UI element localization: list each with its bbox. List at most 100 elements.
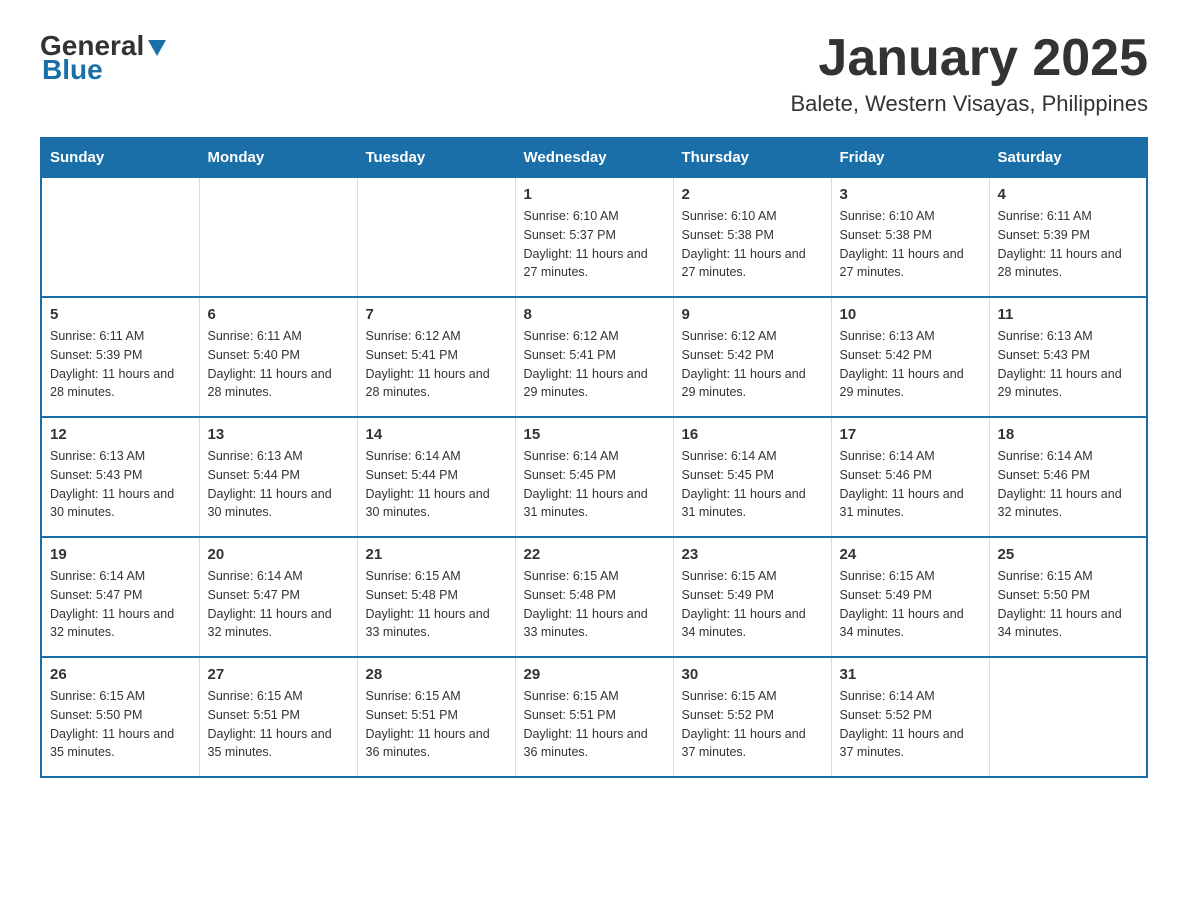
sun-info: Sunrise: 6:15 AMSunset: 5:51 PMDaylight:… — [524, 687, 665, 762]
calendar-cell: 18 Sunrise: 6:14 AMSunset: 5:46 PMDayligh… — [989, 417, 1147, 537]
calendar-cell: 5Sunrise: 6:11 AMSunset: 5:39 PMDaylight… — [41, 297, 199, 417]
sun-info: Sunrise: 6:14 AMSunset: 5:45 PMDaylight:… — [524, 447, 665, 522]
sun-info: Sunrise: 6:11 AMSunset: 5:39 PMDaylight:… — [998, 207, 1139, 282]
logo-triangle-icon — [146, 36, 168, 58]
day-number: 18 — [998, 426, 1139, 443]
calendar-cell: 15 Sunrise: 6:14 AMSunset: 5:45 PMDayligh… — [515, 417, 673, 537]
logo-blue: Blue — [42, 54, 103, 86]
calendar-week-row: 12 Sunrise: 6:13 AMSunset: 5:43 PMDayligh… — [41, 417, 1147, 537]
calendar-cell — [357, 177, 515, 297]
page-header: General Blue January 2025 Balete, Wester… — [40, 30, 1148, 117]
day-number: 16 — [682, 426, 823, 443]
calendar-cell: 20 Sunrise: 6:14 AMSunset: 5:47 PMDayligh… — [199, 537, 357, 657]
calendar-cell: 8 Sunrise: 6:12 AMSunset: 5:41 PMDaylight… — [515, 297, 673, 417]
day-number: 17 — [840, 426, 981, 443]
day-number: 26 — [50, 666, 191, 683]
sun-info: Sunrise: 6:15 AMSunset: 5:51 PMDaylight:… — [208, 687, 349, 762]
sun-info: Sunrise: 6:13 AMSunset: 5:42 PMDaylight:… — [840, 327, 981, 402]
day-number: 19 — [50, 546, 191, 563]
day-number: 21 — [366, 546, 507, 563]
day-number: 31 — [840, 666, 981, 683]
day-number: 28 — [366, 666, 507, 683]
calendar-cell: 23Sunrise: 6:15 AMSunset: 5:49 PMDayligh… — [673, 537, 831, 657]
calendar-cell: 27Sunrise: 6:15 AMSunset: 5:51 PMDayligh… — [199, 657, 357, 777]
calendar-cell: 26 Sunrise: 6:15 AMSunset: 5:50 PMDayligh… — [41, 657, 199, 777]
day-number: 3 — [840, 186, 981, 203]
calendar-cell: 13Sunrise: 6:13 AMSunset: 5:44 PMDayligh… — [199, 417, 357, 537]
calendar-cell: 25 Sunrise: 6:15 AMSunset: 5:50 PMDayligh… — [989, 537, 1147, 657]
header-monday: Monday — [199, 138, 357, 177]
day-number: 13 — [208, 426, 349, 443]
calendar-table: Sunday Monday Tuesday Wednesday Thursday… — [40, 137, 1148, 778]
calendar-week-row: 1 Sunrise: 6:10 AMSunset: 5:37 PMDaylight… — [41, 177, 1147, 297]
sun-info: Sunrise: 6:14 AMSunset: 5:52 PMDaylight:… — [840, 687, 981, 762]
logo: General Blue — [40, 30, 168, 86]
calendar-week-row: 19 Sunrise: 6:14 AMSunset: 5:47 PMDayligh… — [41, 537, 1147, 657]
calendar-cell — [41, 177, 199, 297]
calendar-cell: 4Sunrise: 6:11 AMSunset: 5:39 PMDaylight… — [989, 177, 1147, 297]
day-number: 10 — [840, 306, 981, 323]
header-thursday: Thursday — [673, 138, 831, 177]
day-number: 20 — [208, 546, 349, 563]
sun-info: Sunrise: 6:14 AMSunset: 5:46 PMDaylight:… — [998, 447, 1139, 522]
day-number: 22 — [524, 546, 665, 563]
calendar-cell — [989, 657, 1147, 777]
calendar-cell: 29Sunrise: 6:15 AMSunset: 5:51 PMDayligh… — [515, 657, 673, 777]
sun-info: Sunrise: 6:14 AMSunset: 5:47 PMDaylight:… — [50, 567, 191, 642]
calendar-cell — [199, 177, 357, 297]
day-number: 25 — [998, 546, 1139, 563]
sun-info: Sunrise: 6:15 AMSunset: 5:51 PMDaylight:… — [366, 687, 507, 762]
sun-info: Sunrise: 6:10 AMSunset: 5:37 PMDaylight:… — [524, 207, 665, 282]
sun-info: Sunrise: 6:12 AMSunset: 5:41 PMDaylight:… — [524, 327, 665, 402]
sun-info: Sunrise: 6:15 AMSunset: 5:50 PMDaylight:… — [998, 567, 1139, 642]
sun-info: Sunrise: 6:13 AMSunset: 5:43 PMDaylight:… — [50, 447, 191, 522]
calendar-cell: 22 Sunrise: 6:15 AMSunset: 5:48 PMDayligh… — [515, 537, 673, 657]
day-number: 30 — [682, 666, 823, 683]
title-section: January 2025 Balete, Western Visayas, Ph… — [791, 30, 1149, 117]
calendar-body: 1 Sunrise: 6:10 AMSunset: 5:37 PMDaylight… — [41, 177, 1147, 777]
sun-info: Sunrise: 6:15 AMSunset: 5:49 PMDaylight:… — [682, 567, 823, 642]
sun-info: Sunrise: 6:15 AMSunset: 5:50 PMDaylight:… — [50, 687, 191, 762]
calendar-week-row: 5Sunrise: 6:11 AMSunset: 5:39 PMDaylight… — [41, 297, 1147, 417]
sun-info: Sunrise: 6:15 AMSunset: 5:49 PMDaylight:… — [840, 567, 981, 642]
header-saturday: Saturday — [989, 138, 1147, 177]
calendar-cell: 21 Sunrise: 6:15 AMSunset: 5:48 PMDayligh… — [357, 537, 515, 657]
calendar-cell: 24 Sunrise: 6:15 AMSunset: 5:49 PMDayligh… — [831, 537, 989, 657]
calendar-cell: 1 Sunrise: 6:10 AMSunset: 5:37 PMDaylight… — [515, 177, 673, 297]
sun-info: Sunrise: 6:10 AMSunset: 5:38 PMDaylight:… — [682, 207, 823, 282]
calendar-cell: 3Sunrise: 6:10 AMSunset: 5:38 PMDaylight… — [831, 177, 989, 297]
calendar-cell: 7Sunrise: 6:12 AMSunset: 5:41 PMDaylight… — [357, 297, 515, 417]
sun-info: Sunrise: 6:13 AMSunset: 5:43 PMDaylight:… — [998, 327, 1139, 402]
sun-info: Sunrise: 6:15 AMSunset: 5:48 PMDaylight:… — [524, 567, 665, 642]
sun-info: Sunrise: 6:15 AMSunset: 5:48 PMDaylight:… — [366, 567, 507, 642]
day-number: 6 — [208, 306, 349, 323]
sun-info: Sunrise: 6:11 AMSunset: 5:40 PMDaylight:… — [208, 327, 349, 402]
day-number: 1 — [524, 186, 665, 203]
sun-info: Sunrise: 6:14 AMSunset: 5:45 PMDaylight:… — [682, 447, 823, 522]
day-number: 11 — [998, 306, 1139, 323]
sun-info: Sunrise: 6:14 AMSunset: 5:47 PMDaylight:… — [208, 567, 349, 642]
sun-info: Sunrise: 6:14 AMSunset: 5:44 PMDaylight:… — [366, 447, 507, 522]
day-number: 15 — [524, 426, 665, 443]
day-number: 24 — [840, 546, 981, 563]
calendar-cell: 19 Sunrise: 6:14 AMSunset: 5:47 PMDayligh… — [41, 537, 199, 657]
header-tuesday: Tuesday — [357, 138, 515, 177]
calendar-cell: 31 Sunrise: 6:14 AMSunset: 5:52 PMDayligh… — [831, 657, 989, 777]
calendar-cell: 14 Sunrise: 6:14 AMSunset: 5:44 PMDayligh… — [357, 417, 515, 537]
header-friday: Friday — [831, 138, 989, 177]
calendar-cell: 28 Sunrise: 6:15 AMSunset: 5:51 PMDayligh… — [357, 657, 515, 777]
calendar-cell: 2 Sunrise: 6:10 AMSunset: 5:38 PMDaylight… — [673, 177, 831, 297]
calendar-cell: 10 Sunrise: 6:13 AMSunset: 5:42 PMDayligh… — [831, 297, 989, 417]
day-number: 8 — [524, 306, 665, 323]
header-sunday: Sunday — [41, 138, 199, 177]
sun-info: Sunrise: 6:14 AMSunset: 5:46 PMDaylight:… — [840, 447, 981, 522]
calendar-week-row: 26 Sunrise: 6:15 AMSunset: 5:50 PMDayligh… — [41, 657, 1147, 777]
days-of-week-row: Sunday Monday Tuesday Wednesday Thursday… — [41, 138, 1147, 177]
sun-info: Sunrise: 6:15 AMSunset: 5:52 PMDaylight:… — [682, 687, 823, 762]
day-number: 2 — [682, 186, 823, 203]
day-number: 12 — [50, 426, 191, 443]
day-number: 14 — [366, 426, 507, 443]
sun-info: Sunrise: 6:11 AMSunset: 5:39 PMDaylight:… — [50, 327, 191, 402]
calendar-cell: 30 Sunrise: 6:15 AMSunset: 5:52 PMDayligh… — [673, 657, 831, 777]
day-number: 7 — [366, 306, 507, 323]
